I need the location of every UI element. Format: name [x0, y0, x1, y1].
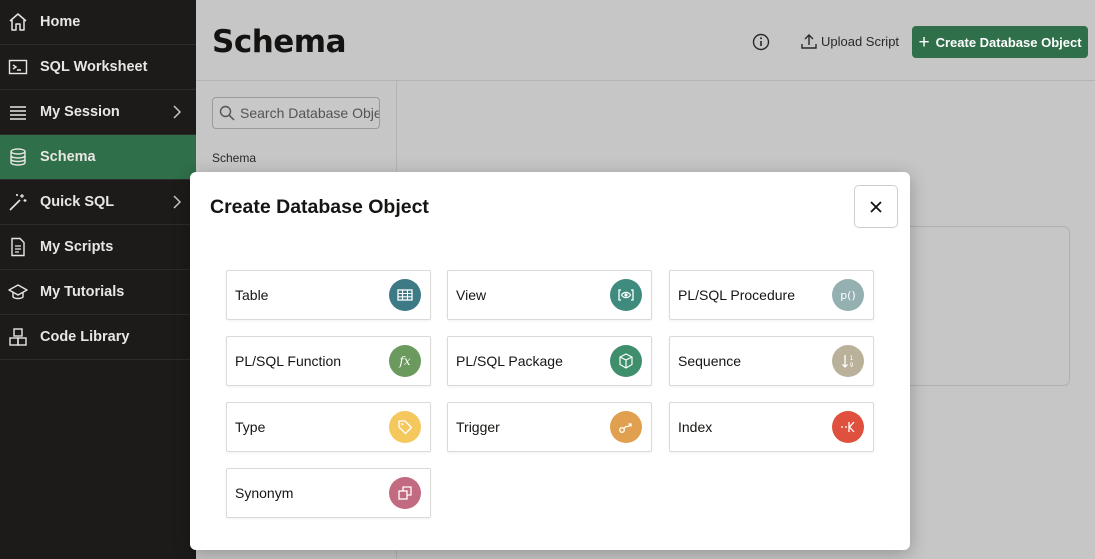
- close-icon: [870, 200, 882, 213]
- search-input[interactable]: Search Database Objects: [212, 97, 380, 129]
- tile-label: Trigger: [456, 419, 500, 435]
- tile-view[interactable]: View: [447, 270, 652, 320]
- tile-label: Index: [678, 419, 713, 435]
- tag-icon: [389, 411, 421, 443]
- sidebar-item-code-library[interactable]: Code Library: [0, 315, 196, 360]
- sidebar-item-label: My Tutorials: [40, 284, 125, 300]
- index-icon: [832, 411, 864, 443]
- terminal-icon: [8, 57, 28, 77]
- svg-text:9: 9: [850, 362, 854, 369]
- function-icon: fx: [389, 345, 421, 377]
- sidebar-item-sql-worksheet[interactable]: SQL Worksheet: [0, 45, 196, 90]
- plus-icon: +: [918, 31, 930, 53]
- tile-label: Table: [235, 287, 269, 303]
- document-icon: [8, 237, 28, 257]
- search-icon: [219, 105, 235, 121]
- sidebar-item-label: Code Library: [40, 329, 130, 345]
- blocks-icon: [8, 327, 28, 347]
- svg-text:p(): p(): [840, 289, 856, 302]
- create-database-object-button[interactable]: + Create Database Object: [912, 26, 1088, 58]
- tile-synonym[interactable]: Synonym: [226, 468, 431, 518]
- tile-index[interactable]: Index: [669, 402, 874, 452]
- svg-text:1: 1: [850, 355, 854, 362]
- tile-trigger[interactable]: Trigger: [447, 402, 652, 452]
- tile-plsql-package[interactable]: PL/SQL Package: [447, 336, 652, 386]
- svg-text:fx: fx: [398, 354, 410, 368]
- sidebar-item-my-session[interactable]: My Session: [0, 90, 196, 135]
- graduation-cap-icon: [8, 282, 28, 302]
- sidebar-item-label: Schema: [40, 149, 96, 165]
- magic-wand-icon: [8, 192, 28, 212]
- chevron-right-icon: [173, 195, 182, 209]
- tile-label: PL/SQL Package: [456, 353, 563, 369]
- upload-script-button[interactable]: Upload Script: [800, 32, 899, 50]
- tile-sequence[interactable]: Sequence 19: [669, 336, 874, 386]
- trigger-icon: [610, 411, 642, 443]
- tile-label: View: [456, 287, 487, 303]
- sidebar-item-label: Quick SQL: [40, 194, 115, 210]
- database-icon: [8, 147, 28, 167]
- tile-plsql-function[interactable]: PL/SQL Function fx: [226, 336, 431, 386]
- tile-type[interactable]: Type: [226, 402, 431, 452]
- page-title: Schema: [212, 24, 347, 60]
- tile-plsql-procedure[interactable]: PL/SQL Procedure p(): [669, 270, 874, 320]
- package-icon: [610, 345, 642, 377]
- eye-icon: [610, 279, 642, 311]
- chevron-right-icon: [173, 105, 182, 119]
- sidebar-item-my-scripts[interactable]: My Scripts: [0, 225, 196, 270]
- tile-label: Sequence: [678, 353, 742, 369]
- tile-label: PL/SQL Procedure: [678, 287, 795, 303]
- upload-icon: [801, 34, 817, 49]
- tile-label: Synonym: [235, 485, 294, 501]
- sidebar-item-label: My Session: [40, 104, 120, 120]
- home-icon: [8, 12, 28, 32]
- tile-label: Type: [235, 419, 266, 435]
- sidebar-item-home[interactable]: Home: [0, 0, 196, 45]
- close-button[interactable]: [854, 185, 898, 228]
- sidebar-item-quick-sql[interactable]: Quick SQL: [0, 180, 196, 225]
- tile-label: PL/SQL Function: [235, 353, 342, 369]
- create-database-object-label: Create Database Object: [935, 34, 1082, 50]
- list-icon: [8, 102, 28, 122]
- upload-script-label: Upload Script: [821, 33, 900, 49]
- procedure-icon: p(): [832, 279, 864, 311]
- synonym-icon: [389, 477, 421, 509]
- info-icon[interactable]: [751, 32, 771, 52]
- tile-table[interactable]: Table: [226, 270, 431, 320]
- sidebar-item-label: My Scripts: [40, 239, 114, 255]
- header-divider: [196, 80, 1095, 81]
- sidebar-item-label: Home: [40, 14, 81, 30]
- sequence-icon: 19: [832, 345, 864, 377]
- sidebar-item-schema[interactable]: Schema: [0, 135, 196, 180]
- dialog-title: Create Database Object: [210, 196, 429, 218]
- sidebar-item-my-tutorials[interactable]: My Tutorials: [0, 270, 196, 315]
- create-database-object-dialog: Create Database Object Table View PL/SQL…: [190, 172, 910, 550]
- sidebar: Home SQL Worksheet My Session Schema Qui…: [0, 0, 196, 559]
- table-icon: [389, 279, 421, 311]
- schema-label: Schema: [212, 151, 257, 165]
- search-placeholder: Search Database Objects: [240, 105, 379, 121]
- sidebar-item-label: SQL Worksheet: [40, 59, 148, 75]
